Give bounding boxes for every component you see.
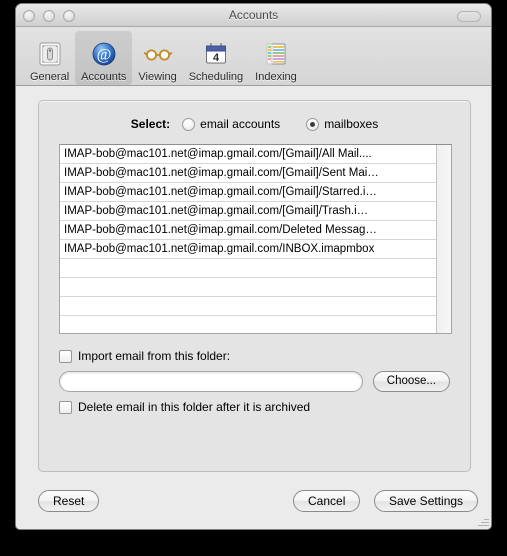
list-item[interactable]: IMAP-bob@mac101.net@imap.gmail.com/[Gmai… (60, 202, 436, 221)
toolbar-label-scheduling: Scheduling (188, 71, 244, 83)
list-item[interactable] (60, 297, 436, 316)
cancel-button[interactable]: Cancel (293, 490, 361, 512)
toolbar-label-accounts: Accounts (81, 71, 127, 83)
mailbox-list-scrollbar[interactable] (436, 145, 451, 333)
svg-text:@: @ (96, 47, 111, 64)
list-item[interactable]: IMAP-bob@mac101.net@imap.gmail.com/Delet… (60, 221, 436, 240)
import-path-row: Choose... (59, 371, 450, 392)
import-email-checkbox-row[interactable]: Import email from this folder: (59, 349, 230, 363)
mailbox-list[interactable]: IMAP-bob@mac101.net@imap.gmail.com/[Gmai… (59, 144, 452, 334)
radio-option-mailboxes[interactable]: mailboxes (306, 117, 378, 131)
radio-email-accounts-label: email accounts (200, 117, 281, 131)
toolbar-label-general: General (30, 71, 70, 83)
list-item[interactable]: IMAP-bob@mac101.net@imap.gmail.com/[Gmai… (60, 145, 436, 164)
general-icon (34, 39, 66, 69)
mailbox-list-rows: IMAP-bob@mac101.net@imap.gmail.com/[Gmai… (60, 145, 436, 333)
toolbar-label-indexing: Indexing (255, 71, 297, 83)
toolbar-item-accounts[interactable]: @ Accounts (75, 31, 133, 85)
delete-email-checkbox-row[interactable]: Delete email in this folder after it is … (59, 400, 310, 414)
save-settings-button[interactable]: Save Settings (374, 490, 479, 512)
delete-email-label: Delete email in this folder after it is … (78, 400, 311, 414)
toolbar-item-indexing[interactable]: Indexing (249, 31, 303, 85)
toolbar-item-scheduling[interactable]: 4 Scheduling (183, 31, 249, 85)
at-sign-icon: @ (88, 39, 120, 69)
delete-email-checkbox[interactable] (59, 400, 72, 414)
preferences-toolbar: General @ Accounts Viewing 4 Scheduling … (16, 27, 491, 86)
window-titlebar: Accounts (16, 4, 491, 27)
toolbar-toggle-button[interactable] (457, 11, 481, 22)
calendar-day-number: 4 (213, 52, 220, 64)
toolbar-item-viewing[interactable]: Viewing (132, 31, 182, 85)
accounts-settings-group: Select: email accounts mailboxes IMAP-bo… (38, 100, 471, 472)
window-title: Accounts (228, 8, 279, 22)
select-row: Select: email accounts mailboxes (39, 117, 470, 131)
reset-button[interactable]: Reset (38, 490, 100, 512)
list-item[interactable]: IMAP-bob@mac101.net@imap.gmail.com/INBOX… (60, 240, 436, 259)
toolbar-item-general[interactable]: General (24, 31, 75, 85)
radio-email-accounts-indicator[interactable] (182, 117, 196, 131)
resize-grip[interactable] (475, 514, 489, 528)
radio-mailboxes-label: mailboxes (324, 117, 379, 131)
radio-mailboxes-indicator[interactable] (306, 117, 320, 131)
import-path-input[interactable] (59, 371, 363, 392)
list-item[interactable] (60, 259, 436, 278)
import-email-checkbox[interactable] (59, 349, 72, 363)
preferences-content: Select: email accounts mailboxes IMAP-bo… (16, 86, 491, 529)
list-item[interactable]: IMAP-bob@mac101.net@imap.gmail.com/[Gmai… (60, 183, 436, 202)
calendar-icon: 4 (200, 39, 232, 69)
accounts-preferences-window: Accounts General @ Accounts Viewing 4 Sc… (15, 3, 492, 530)
choose-folder-button[interactable]: Choose... (372, 371, 450, 392)
select-label: Select: (130, 117, 171, 131)
import-email-label: Import email from this folder: (78, 349, 231, 363)
list-item[interactable] (60, 316, 436, 333)
radio-option-email-accounts[interactable]: email accounts (182, 117, 280, 131)
glasses-icon (142, 39, 174, 69)
list-item[interactable] (60, 278, 436, 297)
list-item[interactable]: IMAP-bob@mac101.net@imap.gmail.com/[Gmai… (60, 164, 436, 183)
index-list-icon (260, 39, 292, 69)
toolbar-label-viewing: Viewing (138, 71, 177, 83)
